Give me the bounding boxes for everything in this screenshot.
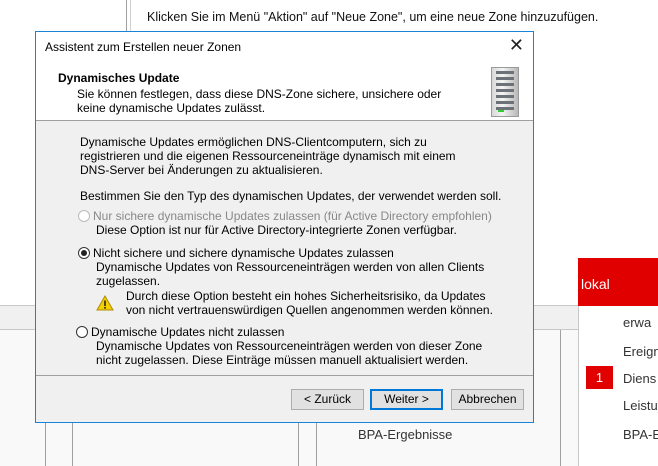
intro-text: Dynamische Updates ermöglichen DNS-Clien… xyxy=(80,135,456,177)
option-description: Diese Option ist nur für Active Director… xyxy=(96,223,457,237)
alert-count-badge: 1 xyxy=(586,366,613,389)
option-label: Nur sichere dynamische Updates zulassen … xyxy=(93,209,492,223)
divider xyxy=(560,330,561,466)
option-secure-only: Nur sichere dynamische Updates zulassen … xyxy=(78,209,533,237)
dialog-title: Assistent zum Erstellen neuer Zonen xyxy=(45,40,242,54)
option-label[interactable]: Nicht sichere und sichere dynamische Upd… xyxy=(93,246,394,260)
title-bar: Assistent zum Erstellen neuer Zonen ✕ xyxy=(36,32,533,61)
page-description: Sie können festlegen, dass diese DNS-Zon… xyxy=(77,87,442,115)
option-label[interactable]: Dynamische Updates nicht zulassen xyxy=(91,325,284,339)
tile-item[interactable]: erwa xyxy=(623,315,651,330)
back-button[interactable]: < Zurück xyxy=(291,389,364,410)
tile-item[interactable]: Diens xyxy=(623,371,656,386)
prompt-text: Bestimmen Sie den Typ des dynamischen Up… xyxy=(80,189,502,203)
page-title: Dynamisches Update xyxy=(58,71,180,85)
divider xyxy=(578,305,579,466)
tile-item[interactable]: Leistu xyxy=(623,398,658,413)
wizard-header: Dynamisches Update Sie können festlegen,… xyxy=(36,61,533,121)
option-description: Dynamische Updates von Ressourceneinträg… xyxy=(96,339,483,367)
new-zone-wizard-dialog: Assistent zum Erstellen neuer Zonen ✕ Dy… xyxy=(35,31,534,423)
server-icon xyxy=(491,67,519,117)
tile-item[interactable]: Ereign xyxy=(623,344,658,359)
radio-no-updates[interactable] xyxy=(76,326,88,338)
cancel-button[interactable]: Abbrechen xyxy=(451,389,524,410)
option-no-updates[interactable]: Dynamische Updates nicht zulassen Dynami… xyxy=(76,325,533,367)
radio-nonsecure-and-secure[interactable] xyxy=(78,247,90,259)
option-description: Dynamische Updates von Ressourceneinträg… xyxy=(96,260,485,288)
close-icon[interactable]: ✕ xyxy=(509,35,524,56)
dialog-footer: < Zurück Weiter > Abbrechen xyxy=(36,375,533,422)
radio-secure-only xyxy=(78,210,90,222)
tile-item[interactable]: BPA-E xyxy=(623,427,658,442)
bpa-results-label[interactable]: BPA-Ergebnisse xyxy=(358,427,452,442)
tile-title[interactable]: lokal xyxy=(578,258,658,306)
option-nonsecure-and-secure[interactable]: Nicht sichere und sichere dynamische Upd… xyxy=(78,246,533,317)
empty-hint: Klicken Sie im Menü "Aktion" auf "Neue Z… xyxy=(147,10,599,24)
warning-icon xyxy=(96,295,114,311)
warning-text: Durch diese Option besteht ein hohes Sic… xyxy=(126,289,493,317)
next-button[interactable]: Weiter > xyxy=(370,389,443,410)
